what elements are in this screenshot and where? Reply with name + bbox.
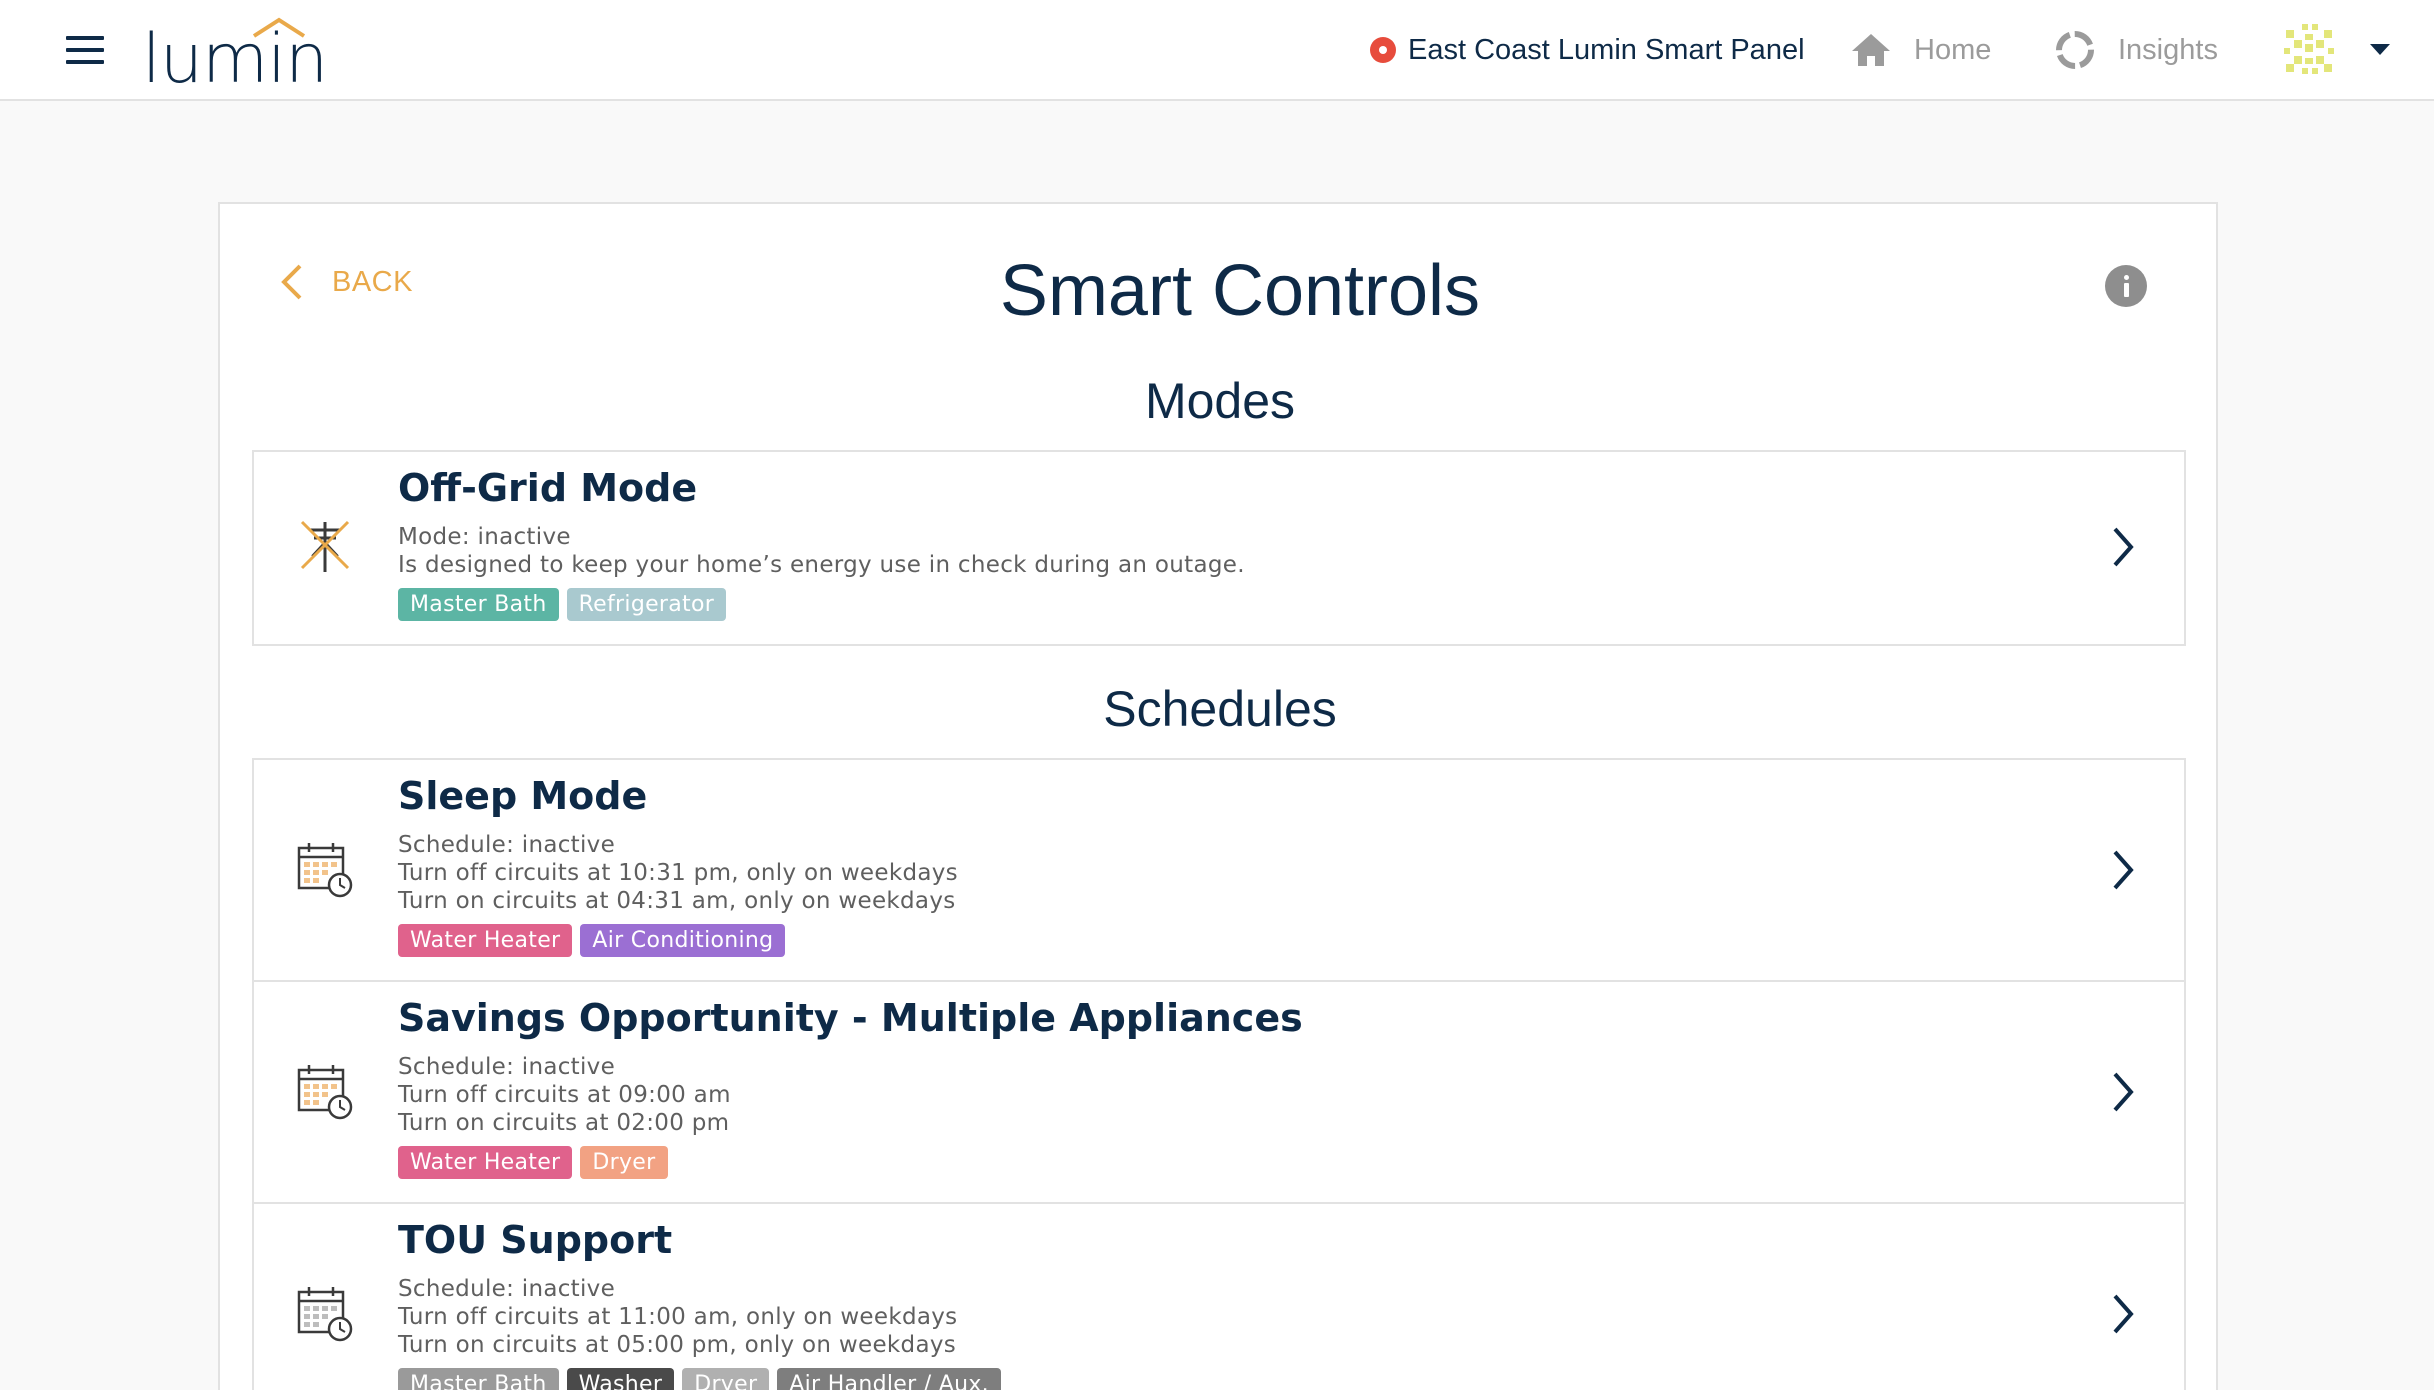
nav-home[interactable]: Home (1850, 26, 1991, 74)
insights-ring-icon (2056, 31, 2094, 69)
mode-status: Mode: inactive (398, 524, 571, 550)
schedule-row-sleep-mode[interactable]: Sleep Mode Schedule: inactive Turn off c… (252, 758, 2186, 982)
mode-description: Is designed to keep your home’s energy u… (398, 552, 1245, 578)
panel-status-dot (1370, 37, 1396, 63)
schedule-tags: Master Bath Washer Dryer Air Handler / A… (398, 1368, 1001, 1390)
info-icon[interactable] (2105, 265, 2147, 307)
schedules-heading: Schedules (1103, 681, 1337, 737)
schedule-off-time: Turn off circuits at 10:31 pm, only on w… (398, 860, 958, 886)
logo-text: lumin (142, 20, 328, 99)
chevron-right-icon (2113, 1294, 2134, 1334)
tag-master-bath: Master Bath (398, 1368, 559, 1390)
tag-water-heater: Water Heater (398, 1146, 573, 1179)
schedule-on-time: Turn on circuits at 04:31 am, only on we… (398, 888, 956, 914)
tag-dryer: Dryer (580, 1146, 668, 1179)
tag-master-bath: Master Bath (398, 588, 559, 621)
tag-refrigerator: Refrigerator (566, 588, 727, 621)
panel-selector[interactable]: East Coast Lumin Smart Panel (1370, 30, 1805, 70)
tag-air-handler: Air Handler / Aux. (777, 1368, 1001, 1390)
nav-insights[interactable]: Insights (2054, 26, 2218, 74)
nav-home-label: Home (1914, 33, 1992, 66)
panel-name-label: East Coast Lumin Smart Panel (1408, 33, 1805, 66)
mode-tags: Master Bath Refrigerator (398, 588, 727, 621)
lumin-logo[interactable]: lumin (142, 14, 328, 99)
hamburger-menu-icon[interactable] (66, 36, 106, 64)
page-title: Smart Controls (999, 251, 1481, 331)
schedule-title: TOU Support (398, 1218, 673, 1262)
mode-row-off-grid[interactable]: Off-Grid Mode Mode: inactive Is designed… (252, 450, 2186, 646)
top-bar: lumin East Coast Lumin Smart Panel Home … (0, 0, 2434, 101)
schedule-row-tou-support[interactable]: TOU Support Schedule: inactive Turn off … (252, 1202, 2186, 1390)
mode-title: Off-Grid Mode (398, 466, 698, 510)
tag-washer: Washer (566, 1368, 675, 1390)
nav-insights-label: Insights (2118, 33, 2218, 66)
smart-controls-card: BACK Smart Controls Modes Off-Grid Mode … (218, 202, 2218, 1390)
schedule-off-time: Turn off circuits at 09:00 am (398, 1082, 731, 1108)
utility-pole-off-icon (300, 520, 350, 572)
schedule-off-time: Turn off circuits at 11:00 am, only on w… (398, 1304, 958, 1330)
schedule-tags: Water Heater Air Conditioning (398, 924, 786, 957)
modes-heading: Modes (1144, 373, 1296, 429)
schedule-row-savings-opportunity[interactable]: Savings Opportunity - Multiple Appliance… (252, 980, 2186, 1204)
schedule-on-time: Turn on circuits at 05:00 pm, only on we… (398, 1332, 957, 1358)
calendar-clock-icon (297, 1287, 353, 1342)
chevron-right-icon (2113, 850, 2134, 890)
tag-dryer: Dryer (682, 1368, 770, 1390)
schedule-status: Schedule: inactive (398, 1276, 616, 1302)
tag-water-heater: Water Heater (398, 924, 573, 957)
schedule-status: Schedule: inactive (398, 832, 616, 858)
account-dropdown-caret-icon[interactable] (2370, 44, 2390, 55)
calendar-clock-icon (297, 1065, 353, 1120)
tag-air-conditioning: Air Conditioning (580, 924, 786, 957)
chevron-right-icon (2113, 527, 2134, 567)
user-avatar[interactable] (2280, 20, 2338, 78)
chevron-right-icon (2113, 1072, 2134, 1112)
schedule-tags: Water Heater Dryer (398, 1146, 668, 1179)
calendar-clock-icon (297, 843, 353, 898)
schedule-title: Savings Opportunity - Multiple Appliance… (398, 996, 1303, 1040)
schedule-status: Schedule: inactive (398, 1054, 616, 1080)
schedule-on-time: Turn on circuits at 02:00 pm (398, 1110, 730, 1136)
schedule-title: Sleep Mode (398, 774, 648, 818)
home-icon (1852, 34, 1890, 66)
